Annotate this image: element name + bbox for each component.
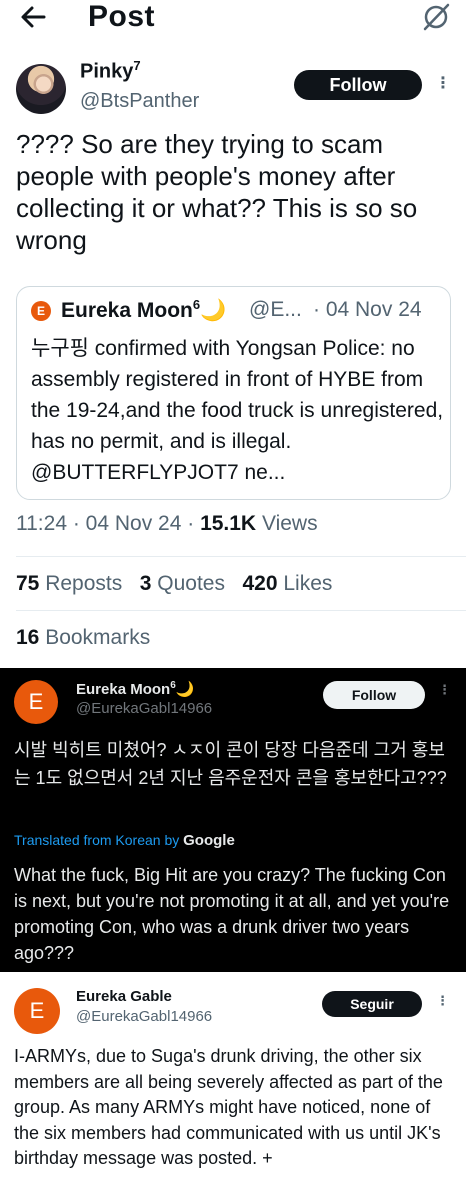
quotes-stat[interactable]: 3 Quotes	[140, 572, 225, 595]
quotes-label: Quotes	[151, 572, 225, 595]
more-options-icon: ⋮	[436, 993, 449, 1008]
page-title: Post	[88, 0, 156, 33]
back-arrow-icon[interactable]	[18, 2, 50, 32]
quoted-author-superscript: 6	[192, 297, 201, 312]
views-label: Views	[256, 512, 318, 535]
reposts-count: 75	[16, 572, 40, 595]
reply-korean-text: 시발 빅히트 미쳤어? ㅅㅈ이 콘이 당장 다음준데 그거 홍보는 1도 없으면…	[14, 740, 447, 788]
quoted-post[interactable]: E Eureka Moon6🌙 @E... · 04 Nov 24 누구핑 co…	[16, 286, 451, 500]
reply-text: I-ARMYs, due to Suga's drunk driving, th…	[14, 1046, 443, 1168]
divider	[16, 556, 466, 557]
translation-label: Translated from Korean by Google	[14, 832, 235, 849]
likes-label: Likes	[277, 572, 333, 595]
author-handle[interactable]: @BtsPanther	[80, 90, 199, 113]
quoted-author-handle: @E...	[249, 298, 302, 321]
reposts-stat[interactable]: 75 Reposts	[16, 572, 122, 595]
post-text: ???? So are they trying to scam people w…	[16, 129, 418, 255]
timestamp-text: 11:24 · 04 Nov 24 ·	[16, 512, 201, 535]
follow-button: Seguir	[322, 991, 422, 1017]
quoted-author-name: Eureka Moon6🌙	[61, 297, 226, 323]
follow-button: Follow	[323, 681, 425, 709]
reply-author-name: Eureka Moon6🌙	[76, 680, 194, 698]
reply-english-text: What the fuck, Big Hit are you crazy? Th…	[14, 865, 450, 963]
avatar[interactable]	[16, 64, 66, 114]
bookmarks-count: 16	[16, 626, 40, 649]
reposts-label: Reposts	[39, 572, 123, 595]
dark-reply-screenshot: E Eureka Moon6🌙 @EurekaGabl14966 Follow …	[0, 668, 466, 972]
grok-icon[interactable]	[420, 2, 452, 32]
more-options-icon: ⋮	[438, 682, 451, 697]
avatar: E	[14, 988, 60, 1034]
reply-author-handle: @EurekaGabl14966	[76, 1008, 213, 1025]
reply-author-name: Eureka Gable	[76, 988, 172, 1005]
quoted-date: · 04 Nov 24	[313, 298, 422, 321]
engagement-stats: 75 Reposts 3 Quotes 420 Likes	[16, 572, 332, 596]
views-count: 15.1K	[200, 512, 257, 535]
follow-button[interactable]: Follow	[294, 70, 422, 100]
moon-icon: 🌙	[200, 299, 227, 322]
bookmarks-label: Bookmarks	[39, 626, 151, 649]
top-bar: Post	[0, 0, 466, 40]
avatar: E	[14, 680, 58, 724]
reply-author-name-text: Eureka Moon	[76, 681, 171, 698]
reply-author-handle: @EurekaGabl14966	[76, 700, 213, 717]
post-timestamp: 11:24 · 04 Nov 24 · 15.1K Views	[16, 512, 318, 536]
more-options-icon[interactable]: ⋮	[433, 71, 453, 97]
likes-count: 420	[242, 572, 278, 595]
author-name[interactable]: Pinky7	[80, 58, 141, 84]
author-name-text: Pinky	[80, 60, 134, 83]
quoted-text: 누구핑 confirmed with Yongsan Police: no as…	[31, 337, 444, 484]
avatar: E	[31, 301, 51, 321]
moon-icon: 🌙	[175, 681, 195, 698]
google-logo: Google	[183, 832, 235, 849]
author-superscript: 7	[133, 58, 141, 73]
likes-stat[interactable]: 420 Likes	[243, 572, 333, 595]
quoted-author-name-text: Eureka Moon	[61, 299, 193, 322]
divider	[16, 610, 466, 611]
translated-from-text: Translated from Korean by	[14, 832, 184, 848]
quotes-count: 3	[139, 572, 152, 595]
bookmarks-stat[interactable]: 16 Bookmarks	[16, 626, 150, 650]
